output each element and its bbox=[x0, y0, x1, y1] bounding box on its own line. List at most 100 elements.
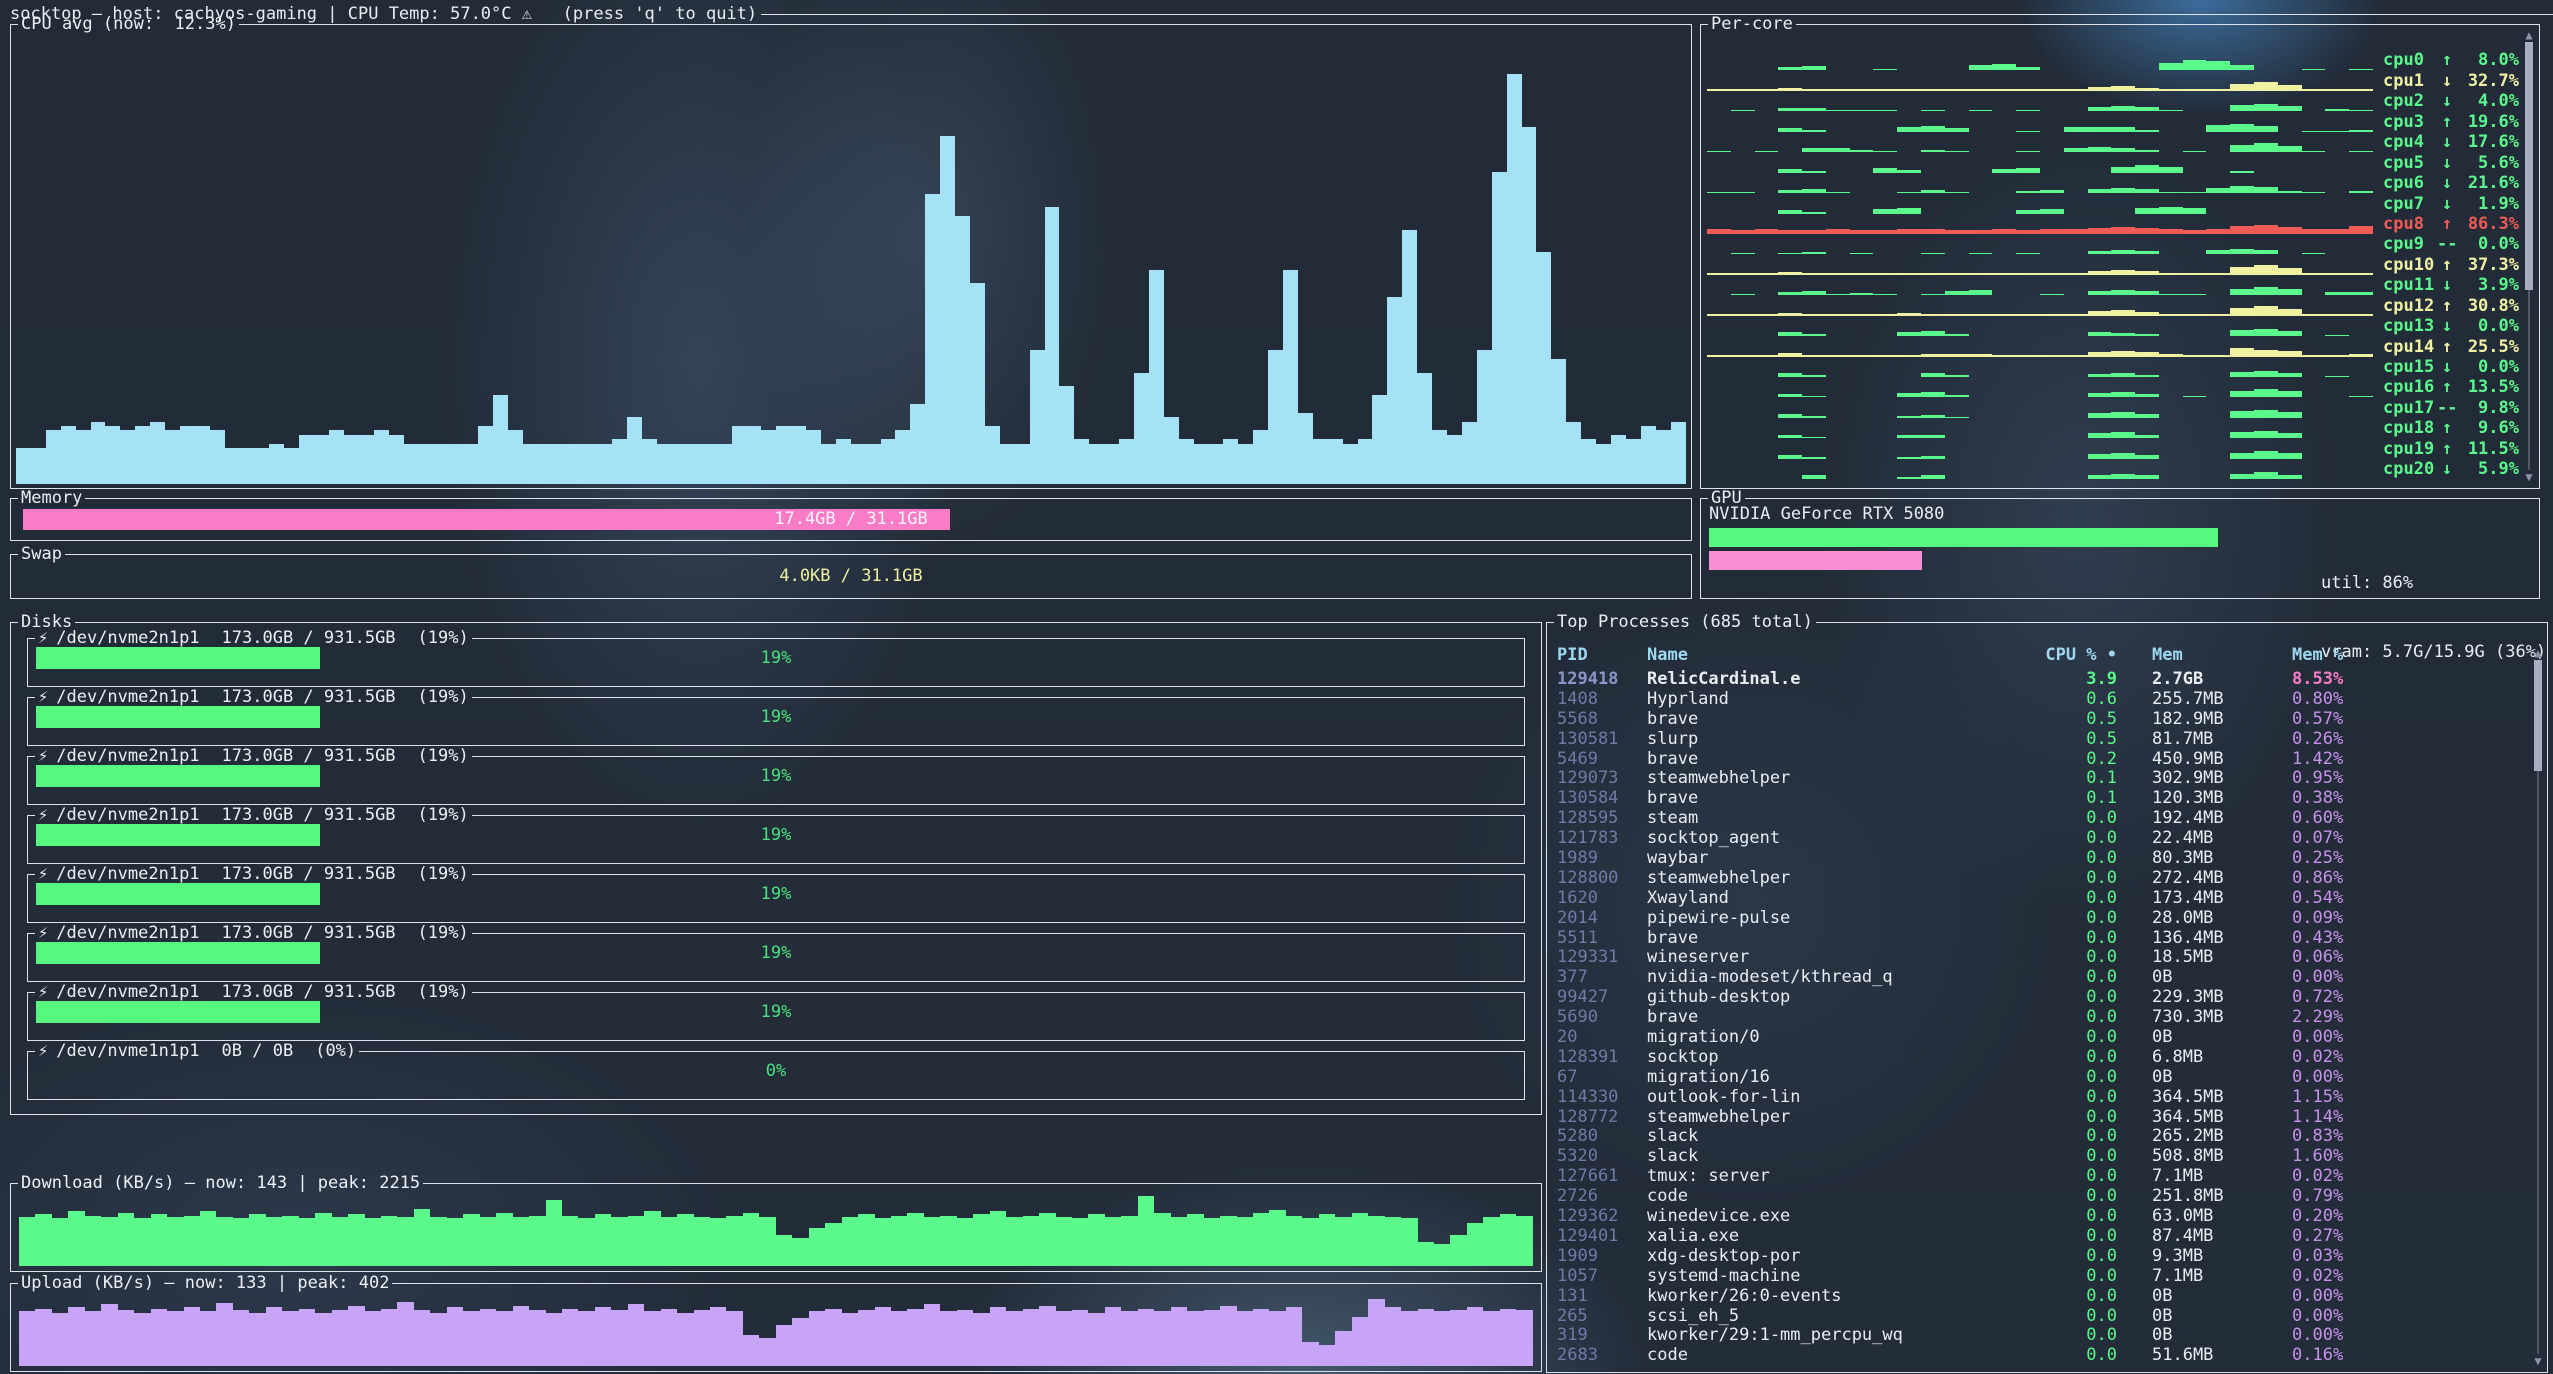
chart-bar bbox=[1873, 355, 1897, 357]
chart-bar bbox=[1873, 89, 1897, 91]
process-row[interactable]: 20migration/00.00B0.00% bbox=[1547, 1028, 2527, 1048]
chart-bar bbox=[365, 1311, 381, 1366]
per-core-label: cpu17--9.8% bbox=[2383, 398, 2519, 418]
process-row[interactable]: 67migration/160.00B0.00% bbox=[1547, 1068, 2527, 1088]
chart-bar bbox=[809, 1228, 825, 1267]
process-row[interactable]: 128391socktop0.06.8MB0.02% bbox=[1547, 1048, 2527, 1068]
process-row[interactable]: 5511brave0.0136.4MB0.43% bbox=[1547, 929, 2527, 949]
disk-usage: 173.0GB / 931.5GB bbox=[222, 746, 396, 766]
chart-bar bbox=[1253, 1213, 1269, 1266]
process-row[interactable]: 128800steamwebhelper0.0272.4MB0.86% bbox=[1547, 869, 2527, 889]
process-row[interactable]: 114330outlook-for-lin0.0364.5MB1.15% bbox=[1547, 1088, 2527, 1108]
process-row[interactable]: 130581slurp0.581.7MB0.26% bbox=[1547, 730, 2527, 750]
core-usage-value: 3.9% bbox=[2457, 275, 2519, 295]
process-cpu-pct: 0.0 bbox=[2037, 988, 2117, 1008]
per-core-scroll-thumb[interactable] bbox=[2525, 42, 2533, 290]
core-trend-arrow: ↓ bbox=[2437, 357, 2457, 377]
chart-bar bbox=[2302, 314, 2326, 316]
chart-bar bbox=[1220, 1306, 1236, 1366]
process-mem-pct: 0.16% bbox=[2262, 1346, 2527, 1366]
chart-bar bbox=[2302, 273, 2326, 275]
chart-bar bbox=[1897, 208, 1921, 213]
core-usage-value: 8.0% bbox=[2457, 50, 2519, 70]
chart-bar bbox=[1418, 1309, 1434, 1366]
process-row[interactable]: 127661tmux: server0.07.1MB0.02% bbox=[1547, 1167, 2527, 1187]
core-trend-arrow: ↑ bbox=[2437, 439, 2457, 459]
process-row[interactable]: 128772steamwebhelper0.0364.5MB1.14% bbox=[1547, 1108, 2527, 1128]
process-row[interactable]: 2726code0.0251.8MB0.79% bbox=[1547, 1187, 2527, 1207]
process-row[interactable]: 128595steam0.0192.4MB0.60% bbox=[1547, 809, 2527, 829]
chart-bar bbox=[2111, 453, 2135, 459]
process-mem: 182.9MB bbox=[2117, 710, 2262, 730]
process-row[interactable]: 5690brave0.0730.3MB2.29% bbox=[1547, 1008, 2527, 1028]
per-core-scrollbar[interactable]: ▲ ▼ bbox=[2522, 28, 2536, 484]
process-row[interactable]: 129331wineserver0.018.5MB0.06% bbox=[1547, 948, 2527, 968]
process-row[interactable]: 1909xdg-desktop-por0.09.3MB0.03% bbox=[1547, 1247, 2527, 1267]
process-row[interactable]: 121783socktop_agent0.022.4MB0.07% bbox=[1547, 829, 2527, 849]
process-name: waybar bbox=[1647, 849, 2037, 869]
scroll-up-icon[interactable]: ▲ bbox=[2534, 646, 2541, 660]
process-row[interactable]: 129418RelicCardinal.e3.92.7GB8.53% bbox=[1547, 670, 2527, 690]
chart-bar bbox=[2040, 273, 2064, 275]
chart-bar bbox=[1030, 350, 1045, 484]
chart-bar bbox=[2135, 150, 2159, 152]
per-core-scroll-track[interactable] bbox=[2525, 42, 2533, 470]
disk-icon: ⚡ bbox=[38, 923, 48, 943]
process-row[interactable]: 5568brave0.5182.9MB0.57% bbox=[1547, 710, 2527, 730]
swap-panel: Swap 4.0KB / 31.1GB bbox=[10, 554, 1692, 599]
chart-bar bbox=[628, 1304, 644, 1366]
chart-bar bbox=[568, 444, 583, 484]
chart-bar bbox=[1802, 108, 1826, 112]
chart-bar bbox=[1707, 229, 1731, 234]
process-row[interactable]: 1620Xwayland0.0173.4MB0.54% bbox=[1547, 889, 2527, 909]
process-mem-pct: 0.00% bbox=[2262, 1326, 2527, 1346]
chart-bar bbox=[2135, 228, 2159, 234]
process-row[interactable]: 131kworker/26:0-events0.00B0.00% bbox=[1547, 1287, 2527, 1307]
process-row[interactable]: 1408Hyprland0.6255.7MB0.80% bbox=[1547, 690, 2527, 710]
process-row[interactable]: 129073steamwebhelper0.1302.9MB0.95% bbox=[1547, 769, 2527, 789]
chart-bar bbox=[1755, 314, 1779, 316]
process-pid: 377 bbox=[1557, 968, 1647, 988]
chart-bar bbox=[315, 1213, 331, 1266]
core-trend-arrow: ↑ bbox=[2437, 337, 2457, 357]
process-scroll-track[interactable] bbox=[2534, 660, 2542, 1354]
process-row[interactable]: 5469brave0.2450.9MB1.42% bbox=[1547, 750, 2527, 770]
process-row[interactable]: 129401xalia.exe0.087.4MB0.27% bbox=[1547, 1227, 2527, 1247]
process-row[interactable]: 99427github-desktop0.0229.3MB0.72% bbox=[1547, 988, 2527, 1008]
scroll-down-icon[interactable]: ▼ bbox=[2525, 470, 2532, 484]
process-row[interactable]: 265scsi_eh_50.00B0.00% bbox=[1547, 1307, 2527, 1327]
chart-bar bbox=[1462, 422, 1477, 484]
process-row[interactable]: 319kworker/29:1-mm_percpu_wq0.00B0.00% bbox=[1547, 1326, 2527, 1346]
per-core-label: cpu0↑8.0% bbox=[2383, 50, 2519, 70]
process-row[interactable]: 130584brave0.1120.3MB0.38% bbox=[1547, 789, 2527, 809]
chart-bar bbox=[582, 444, 597, 484]
column-header-cpu-sort[interactable]: CPU % • bbox=[2037, 646, 2117, 666]
process-row[interactable]: 1057systemd-machine0.07.1MB0.02% bbox=[1547, 1267, 2527, 1287]
chart-bar bbox=[644, 1311, 660, 1366]
process-row[interactable]: 1989waybar0.080.3MB0.25% bbox=[1547, 849, 2527, 869]
process-row[interactable]: 2014pipewire-pulse0.028.0MB0.09% bbox=[1547, 909, 2527, 929]
process-pid: 128391 bbox=[1557, 1048, 1647, 1068]
chart-bar bbox=[759, 1217, 775, 1266]
chart-bar bbox=[2278, 146, 2302, 152]
scroll-down-icon[interactable]: ▼ bbox=[2534, 1354, 2541, 1368]
process-scroll-thumb[interactable] bbox=[2534, 660, 2542, 771]
process-row[interactable]: 377nvidia-modeset/kthread_q0.00B0.00% bbox=[1547, 968, 2527, 988]
process-row[interactable]: 129362winedevice.exe0.063.0MB0.20% bbox=[1547, 1207, 2527, 1227]
chart-bar bbox=[2183, 208, 2207, 213]
process-mem-pct: 1.14% bbox=[2262, 1108, 2527, 1128]
process-row[interactable]: 2683code0.051.6MB0.16% bbox=[1547, 1346, 2527, 1366]
disk-icon: ⚡ bbox=[38, 982, 48, 1002]
scroll-up-icon[interactable]: ▲ bbox=[2525, 28, 2532, 42]
chart-bar bbox=[1731, 89, 1755, 91]
chart-bar bbox=[1302, 1218, 1318, 1266]
process-row[interactable]: 5320slack0.0508.8MB1.60% bbox=[1547, 1147, 2527, 1167]
chart-bar bbox=[1778, 414, 1802, 418]
chart-bar bbox=[891, 1216, 907, 1266]
process-mem-pct: 0.02% bbox=[2262, 1167, 2527, 1187]
chart-bar bbox=[2278, 309, 2302, 316]
process-row[interactable]: 5280slack0.0265.2MB0.83% bbox=[1547, 1127, 2527, 1147]
per-core-sparkline bbox=[1707, 55, 2373, 70]
process-pid: 5511 bbox=[1557, 929, 1647, 949]
process-scrollbar[interactable]: ▲ ▼ bbox=[2531, 646, 2545, 1368]
